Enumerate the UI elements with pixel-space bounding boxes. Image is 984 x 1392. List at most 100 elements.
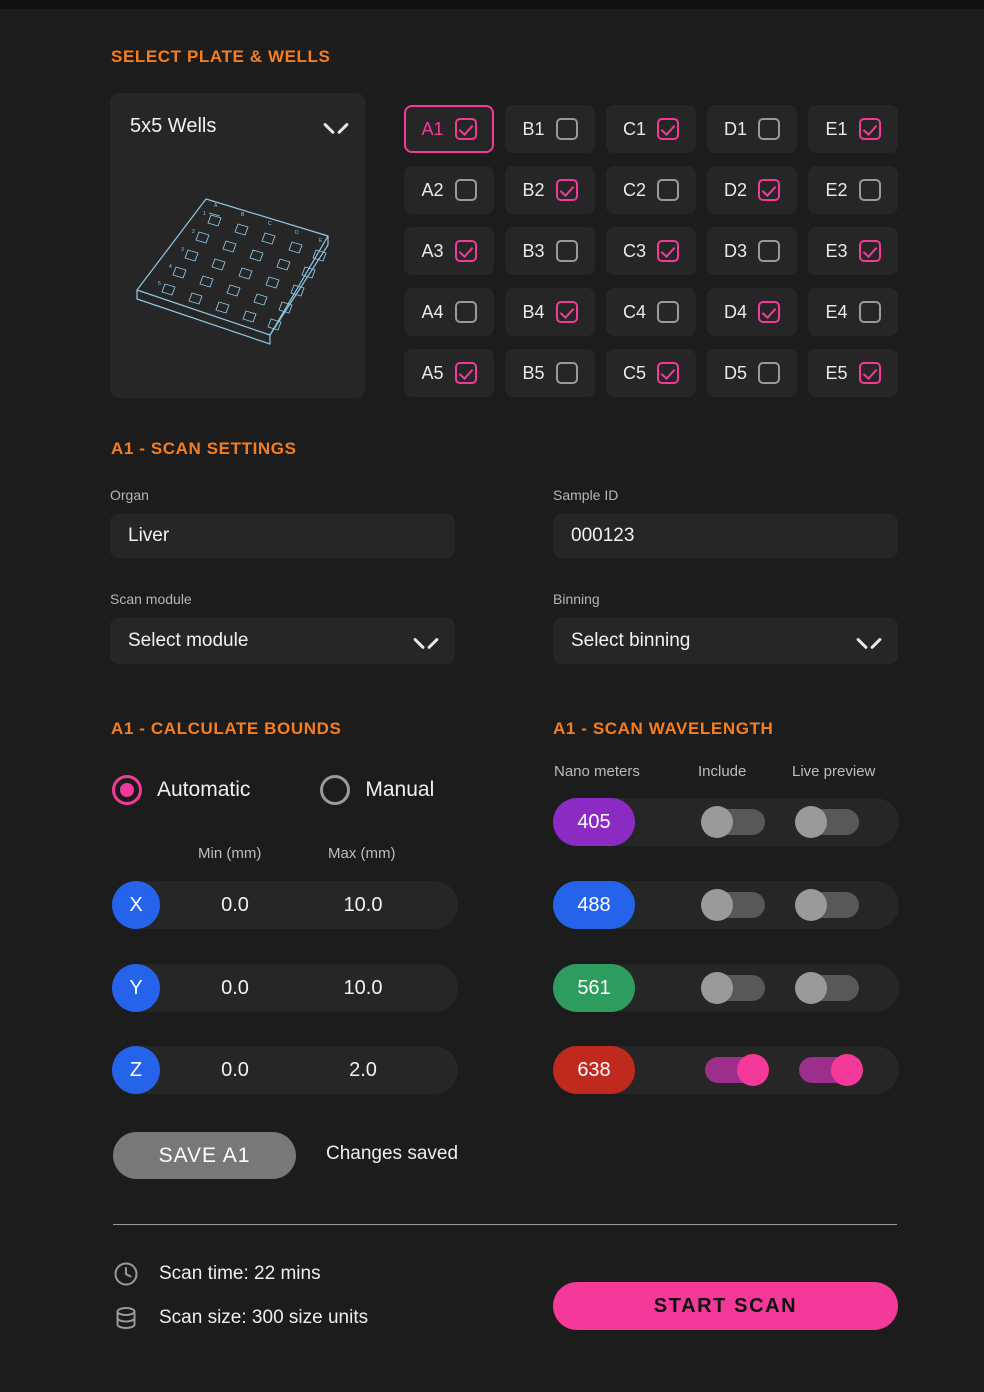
well-checkbox[interactable] [858, 301, 881, 323]
scan-module-select[interactable]: Select module [110, 618, 455, 664]
include-toggle[interactable] [705, 1054, 769, 1086]
svg-text:5: 5 [158, 281, 161, 287]
well-checkbox[interactable] [657, 301, 679, 323]
well-label: A2 [421, 179, 444, 200]
organ-input[interactable]: Liver [110, 514, 455, 558]
well-e2[interactable]: E2 [808, 166, 898, 214]
wells-grid[interactable]: A1 B1 C1 D1 E1 A2 B2 C2 D2 E2 A3 B3 C3 D3 E3 A4 B4 C4 D4 E4… [404, 105, 898, 397]
well-c1[interactable]: C1 [606, 105, 696, 153]
axis-row-y: Y 0.0 10.0 [112, 964, 458, 1012]
well-checkbox[interactable] [555, 240, 578, 262]
well-d3[interactable]: D3 [707, 227, 797, 275]
live-preview-toggle[interactable] [799, 1054, 863, 1086]
bounds-mode-manual[interactable]: Manual [320, 775, 434, 805]
well-checkbox[interactable] [454, 301, 477, 323]
live-preview-toggle[interactable] [795, 806, 859, 838]
well-checkbox[interactable] [758, 362, 780, 384]
well-c5[interactable]: C5 [606, 349, 696, 397]
well-checkbox[interactable] [858, 179, 881, 201]
well-c3[interactable]: C3 [606, 227, 696, 275]
well-checkbox[interactable] [758, 240, 780, 262]
well-checkbox[interactable] [657, 362, 679, 384]
well-checkbox[interactable] [657, 118, 679, 140]
well-d5[interactable]: D5 [707, 349, 797, 397]
well-e4[interactable]: E4 [808, 288, 898, 336]
clock-icon [114, 1262, 138, 1286]
well-d1[interactable]: D1 [707, 105, 797, 153]
include-toggle[interactable] [701, 972, 765, 1004]
live-preview-toggle[interactable] [795, 889, 859, 921]
radio-label: Manual [365, 778, 435, 801]
wavelength-row-638: 638 [553, 1046, 899, 1094]
top-strip [0, 0, 984, 9]
well-checkbox[interactable] [758, 179, 780, 201]
scan-time-text: Scan time: 22 mins [159, 1263, 321, 1284]
well-b3[interactable]: B3 [505, 227, 595, 275]
binning-label: Binning [553, 591, 600, 607]
well-a3[interactable]: A3 [404, 227, 494, 275]
radio-button[interactable] [320, 775, 351, 805]
well-checkbox[interactable] [858, 118, 881, 140]
well-c4[interactable]: C4 [606, 288, 696, 336]
axis-badge: Y [112, 964, 160, 1012]
axis-max-input[interactable]: 2.0 [308, 1059, 418, 1082]
well-checkbox[interactable] [657, 240, 679, 262]
well-e1[interactable]: E1 [808, 105, 898, 153]
well-b5[interactable]: B5 [505, 349, 595, 397]
bounds-mode-automatic[interactable]: Automatic [112, 775, 250, 805]
svg-text:A: A [214, 203, 218, 209]
well-checkbox[interactable] [454, 362, 477, 384]
wavelength-row-561: 561 [553, 964, 899, 1012]
radio-button[interactable] [112, 775, 142, 805]
well-e3[interactable]: E3 [808, 227, 898, 275]
well-checkbox[interactable] [555, 118, 578, 140]
nano-meters-header: Nano meters [554, 763, 640, 780]
well-b1[interactable]: B1 [505, 105, 595, 153]
well-checkbox[interactable] [657, 179, 679, 201]
well-d4[interactable]: D4 [707, 288, 797, 336]
toggle-knob [795, 972, 827, 1004]
well-checkbox[interactable] [858, 362, 881, 384]
include-header: Include [698, 763, 747, 780]
well-b2[interactable]: B2 [505, 166, 595, 214]
well-a2[interactable]: A2 [404, 166, 494, 214]
well-a4[interactable]: A4 [404, 288, 494, 336]
well-checkbox[interactable] [758, 118, 780, 140]
well-b4[interactable]: B4 [505, 288, 595, 336]
well-checkbox[interactable] [758, 301, 780, 323]
well-checkbox[interactable] [555, 301, 578, 323]
well-label: B3 [522, 240, 545, 261]
axis-min-input[interactable]: 0.0 [180, 977, 290, 1000]
well-label: B5 [522, 362, 545, 383]
well-c2[interactable]: C2 [606, 166, 696, 214]
footer-divider [113, 1224, 897, 1225]
well-a1[interactable]: A1 [404, 105, 494, 153]
axis-max-input[interactable]: 10.0 [308, 894, 418, 917]
well-checkbox[interactable] [555, 362, 578, 384]
well-checkbox[interactable] [858, 240, 881, 262]
plate-format-select[interactable]: 5x5 Wells [110, 93, 365, 159]
well-e5[interactable]: E5 [808, 349, 898, 397]
well-a5[interactable]: A5 [404, 349, 494, 397]
include-toggle[interactable] [701, 806, 765, 838]
well-checkbox[interactable] [555, 179, 578, 201]
axis-min-input[interactable]: 0.0 [180, 1059, 290, 1082]
well-d2[interactable]: D2 [707, 166, 797, 214]
well-checkbox[interactable] [454, 240, 477, 262]
scan-size-text: Scan size: 300 size units [159, 1307, 369, 1328]
start-scan-button[interactable]: START SCAN [553, 1282, 898, 1330]
bounds-mode-group[interactable]: Automatic Manual [112, 775, 434, 805]
well-checkbox[interactable] [454, 179, 477, 201]
axis-min-input[interactable]: 0.0 [180, 894, 290, 917]
save-button[interactable]: SAVE A1 [113, 1132, 296, 1179]
well-label: D2 [723, 179, 747, 200]
svg-text:1: 1 [203, 211, 206, 217]
well-label: C3 [622, 240, 646, 261]
sample-id-input[interactable]: 000123 [553, 514, 898, 558]
well-checkbox[interactable] [454, 118, 477, 140]
live-preview-toggle[interactable] [795, 972, 859, 1004]
well-label: A4 [421, 301, 444, 322]
include-toggle[interactable] [701, 889, 765, 921]
axis-max-input[interactable]: 10.0 [308, 977, 418, 1000]
binning-select[interactable]: Select binning [553, 618, 898, 664]
